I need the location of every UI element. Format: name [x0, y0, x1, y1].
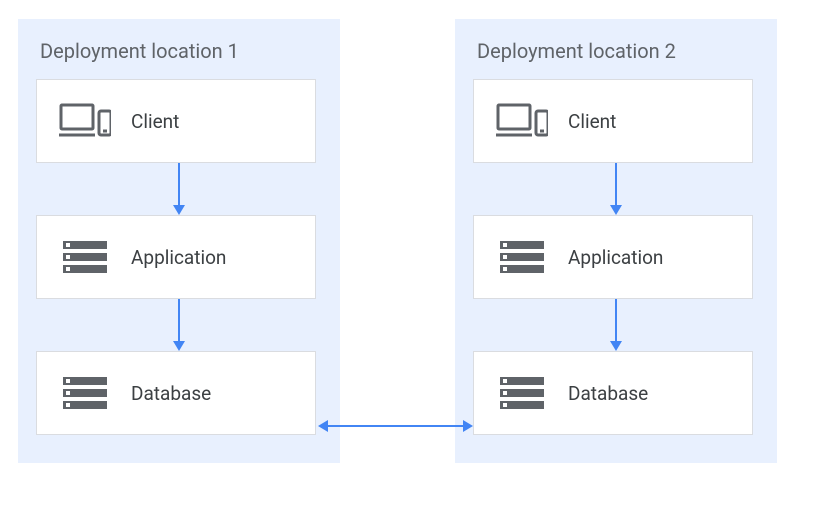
client-icon: [496, 101, 548, 141]
client-node-1: Client: [36, 79, 316, 163]
database-label-2: Database: [568, 382, 648, 405]
arrow-down-1b: [36, 299, 322, 351]
location-title-1: Deployment location 1: [40, 39, 318, 63]
application-label-2: Application: [568, 246, 663, 269]
application-label-1: Application: [131, 246, 226, 269]
server-icon: [59, 237, 111, 277]
database-sync-arrow: [318, 417, 473, 435]
database-label-1: Database: [131, 382, 211, 405]
client-icon: [59, 101, 111, 141]
server-icon: [496, 373, 548, 413]
arrow-down-1a: [36, 163, 322, 215]
application-node-1: Application: [36, 215, 316, 299]
client-label-1: Client: [131, 110, 179, 133]
client-node-2: Client: [473, 79, 753, 163]
server-icon: [496, 237, 548, 277]
client-label-2: Client: [568, 110, 616, 133]
location-title-2: Deployment location 2: [477, 39, 755, 63]
database-node-2: Database: [473, 351, 753, 435]
application-node-2: Application: [473, 215, 753, 299]
database-node-1: Database: [36, 351, 316, 435]
deployment-location-1: Deployment location 1 Client: [18, 19, 340, 463]
arrow-down-2b: [473, 299, 759, 351]
server-icon: [59, 373, 111, 413]
deployment-location-2: Deployment location 2 Client: [455, 19, 777, 463]
arrow-down-2a: [473, 163, 759, 215]
